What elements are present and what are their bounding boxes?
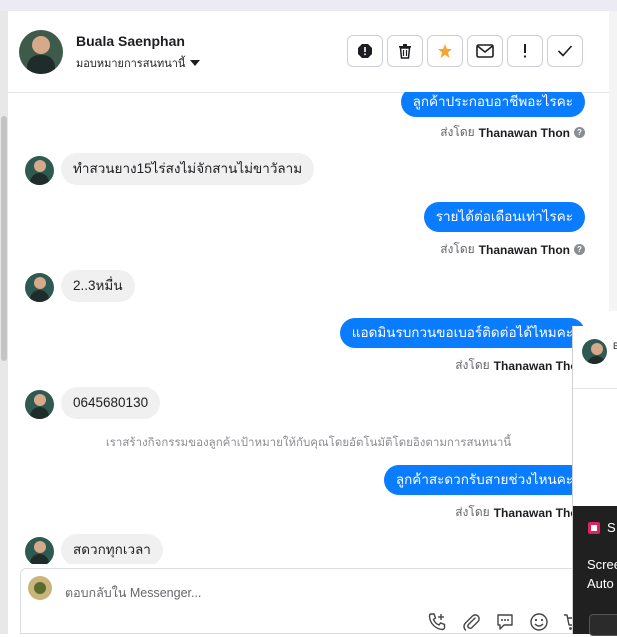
sent-by-prefix: ส่งโดย: [455, 358, 490, 372]
incoming-message[interactable]: 0645680130: [61, 387, 161, 419]
screenshot-notification[interactable]: S Scree Auto: [573, 506, 617, 636]
contact-name[interactable]: Buala Saenphan: [76, 33, 185, 49]
browser-top-strip: [0, 0, 617, 11]
chat-icon[interactable]: [495, 612, 515, 632]
exclamation-icon: [524, 44, 526, 58]
follow-up-button[interactable]: [507, 35, 543, 67]
sender-name[interactable]: Thanawan Thon: [479, 243, 570, 257]
incoming-message[interactable]: ทำสวนยาง15ไร่สงไม่จักสานไม่ขาวัลาม: [61, 153, 315, 185]
outgoing-message[interactable]: รายได้ต่อเดือนเท่าไรคะ: [423, 202, 585, 232]
sent-by-prefix: ส่งโดย: [455, 505, 490, 519]
notification-title-row: S: [587, 520, 616, 535]
scrollbar-thumb[interactable]: [1, 116, 7, 361]
mark-done-button[interactable]: [547, 35, 583, 67]
emoji-icon[interactable]: [529, 612, 549, 632]
trash-icon: [399, 44, 411, 59]
sent-by-line: ส่งโดย Thanawan Thon: [455, 356, 585, 375]
popup-header: B: [573, 326, 617, 389]
delete-button[interactable]: [387, 35, 423, 67]
contact-avatar[interactable]: [19, 30, 63, 74]
notification-line: Auto: [587, 576, 614, 591]
mail-icon: [476, 44, 494, 58]
snip-tool-icon: [588, 521, 600, 534]
contact-avatar-small[interactable]: [25, 390, 54, 419]
incoming-message[interactable]: 2..3หมื่น: [61, 270, 135, 302]
incoming-message[interactable]: สดวกทุกเวลา: [61, 534, 163, 564]
outgoing-message[interactable]: ลูกค้าประกอบอาชีพอะไรคะ: [400, 92, 585, 117]
overlay-popup-window[interactable]: B S Scree Auto: [572, 326, 617, 636]
sent-by-prefix: ส่งโดย: [440, 242, 475, 256]
sent-by-line: ส่งโดย Thanawan Thon ?: [440, 123, 585, 142]
popup-name-fragment: B: [613, 341, 617, 351]
sent-by-prefix: ส่งโดย: [440, 125, 475, 139]
system-note: เราสร้างกิจกรรมของลูกค้าเป้าหมายให้กับคุ…: [105, 437, 512, 449]
sent-by-line: ส่งโดย Thanawan Thon ?: [440, 240, 585, 259]
contact-avatar-small[interactable]: [25, 537, 54, 564]
spam-button[interactable]: [347, 35, 383, 67]
composer-tools: [427, 612, 583, 632]
alert-icon: [358, 44, 372, 58]
check-icon: [557, 45, 573, 57]
popup-avatar[interactable]: [582, 339, 607, 364]
assign-label: มอบหมายการสนทนานี้: [76, 58, 186, 70]
reply-composer: ตอบกลับใน Messenger...: [20, 568, 583, 634]
right-edge: [609, 11, 617, 311]
help-icon[interactable]: ?: [574, 244, 585, 255]
outgoing-message[interactable]: แอดมินรบกวนขอเบอร์ติดต่อได้ไหมคะ: [339, 318, 585, 348]
phone-add-icon[interactable]: [427, 612, 447, 632]
contact-avatar-small[interactable]: [25, 156, 54, 185]
attach-icon[interactable]: [461, 612, 481, 632]
assign-conversation-dropdown[interactable]: มอบหมายการสนทนานี้: [76, 54, 201, 72]
conversation-header: Buala Saenphan มอบหมายการสนทนานี้: [8, 11, 609, 93]
notification-button[interactable]: [589, 614, 617, 636]
left-scrollbar[interactable]: [0, 11, 8, 634]
outgoing-message[interactable]: ลูกค้าสะดวกรับสายช่วงไหนคะ: [383, 465, 585, 495]
caret-down-icon: [190, 60, 201, 66]
contact-avatar-small[interactable]: [25, 273, 54, 302]
star-icon: [438, 44, 452, 58]
sender-name[interactable]: Thanawan Thon: [479, 126, 570, 140]
page-logo: [28, 576, 52, 600]
header-actions: [347, 35, 583, 67]
message-thread[interactable]: ลูกค้าประกอบอาชีพอะไรคะ ส่งโดย Thanawan …: [8, 92, 609, 564]
help-icon[interactable]: ?: [574, 127, 585, 138]
sent-by-line: ส่งโดย Thanawan Thon: [455, 503, 585, 522]
star-button[interactable]: [427, 35, 463, 67]
mark-unread-button[interactable]: [467, 35, 503, 67]
notification-line: Scree: [587, 557, 617, 572]
reply-input[interactable]: ตอบกลับใน Messenger...: [65, 583, 201, 603]
notification-app-letter: S: [607, 520, 616, 535]
